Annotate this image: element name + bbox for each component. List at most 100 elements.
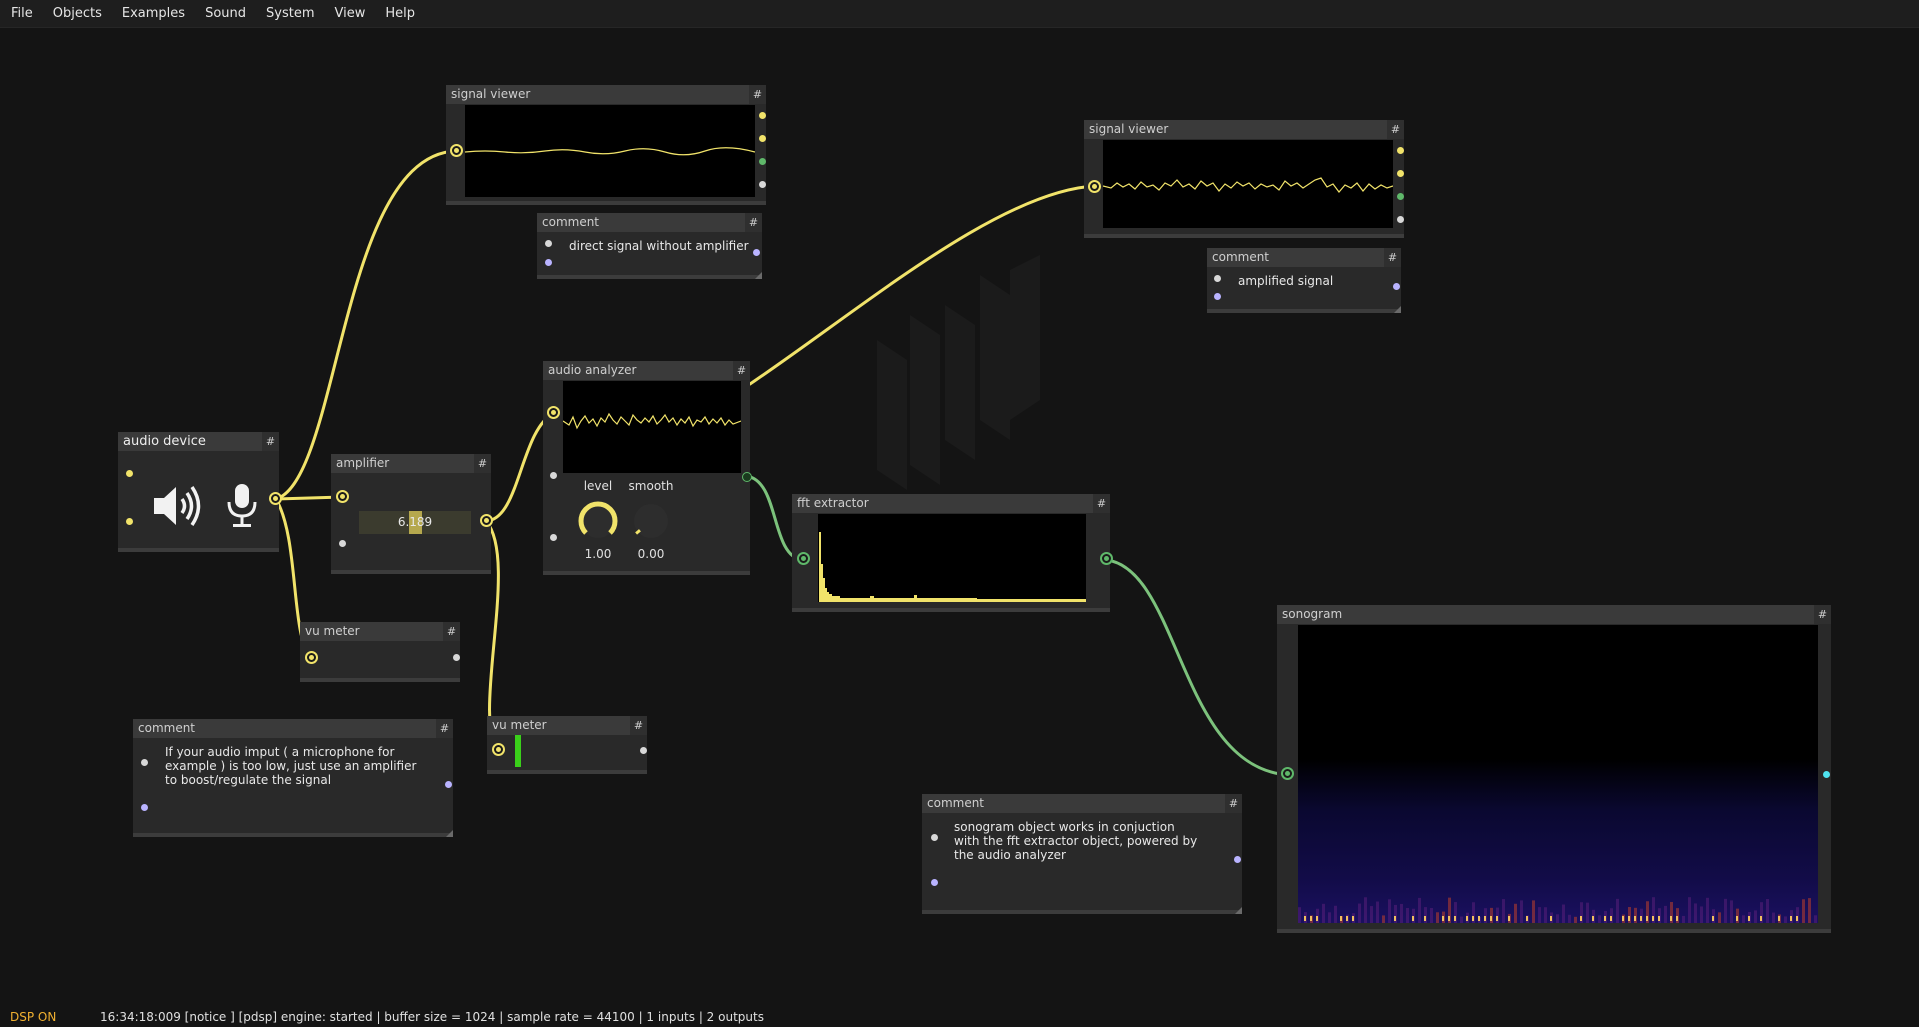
fft-input-pin[interactable] [1281,767,1294,780]
node-menu-button[interactable]: # [745,213,762,232]
comment-node-sonogram[interactable]: comment # sonogram object works in conju… [922,794,1242,914]
node-title: audio analyzer [543,361,750,380]
input-pin[interactable] [545,240,552,247]
node-menu-button[interactable]: # [1387,120,1404,139]
node-menu-button[interactable]: # [1814,605,1831,624]
comment-line: with the fft extractor object, powered b… [954,834,1198,848]
node-menu-button[interactable]: # [262,432,279,451]
input-pin[interactable] [126,518,133,525]
resize-handle[interactable] [1394,306,1401,313]
resize-handle[interactable] [1235,907,1242,914]
comment-text: direct signal without amplifier [569,239,749,253]
gain-value: 6.189 [397,515,433,529]
node-menu-button[interactable]: # [630,716,647,735]
gain-slider[interactable]: 6.189 [359,511,471,534]
output-pin[interactable] [759,181,766,188]
comment-node-boost[interactable]: comment # If your audio imput ( a microp… [133,719,453,837]
node-menu-button[interactable]: # [1225,794,1242,813]
output-pin[interactable] [453,654,460,661]
input-pin[interactable] [550,472,557,479]
wire-fft-to-sonogram [1105,558,1292,777]
output-pin[interactable] [1397,193,1404,200]
microphone-icon [227,484,257,527]
node-title: sonogram [1277,605,1831,624]
input-pin[interactable] [931,834,938,841]
resize-handle[interactable] [755,272,762,279]
node-menu-button[interactable]: # [1384,248,1401,267]
audio-analyzer-node[interactable]: audio analyzer # level 1.00 smooth 0.00 [543,361,752,575]
vu-meter-node-1[interactable]: vu meter # [300,622,460,682]
signal-viewer-node-2[interactable]: signal viewer # [1084,120,1404,238]
fft-output-pin[interactable] [742,472,752,482]
node-menu-button[interactable]: # [1093,494,1110,513]
node-title: fft extractor [792,494,1110,513]
comment-line: sonogram object works in conjuction [954,820,1175,834]
audio-output-pin[interactable] [269,492,282,505]
node-menu-button[interactable]: # [474,454,491,473]
input-pin[interactable] [141,759,148,766]
output-pin[interactable] [1397,147,1404,154]
input-pin[interactable] [1214,293,1221,300]
comment-text: amplified signal [1238,274,1334,288]
input-pin[interactable] [141,804,148,811]
input-pin[interactable] [545,259,552,266]
resize-handle[interactable] [446,830,453,837]
smooth-label: smooth [628,479,674,493]
signal-input-pin[interactable] [492,743,505,756]
output-pin[interactable] [1393,283,1400,290]
output-pin[interactable] [1397,216,1404,223]
output-pin[interactable] [1823,771,1830,778]
analyzer-scope [562,381,742,473]
patch-canvas[interactable]: signal viewer # comment # direct signal … [0,0,1919,1027]
comment-line: the audio analyzer [954,848,1066,862]
audio-device-node[interactable]: audio device # [118,432,282,552]
comment-line: example ) is too low, just use an amplif… [165,759,417,773]
signal-input-pin[interactable] [336,490,349,503]
output-pin[interactable] [759,158,766,165]
node-menu-button[interactable]: # [436,719,453,738]
input-pin[interactable] [550,534,557,541]
comment-node-direct[interactable]: comment # direct signal without amplifie… [537,213,762,279]
input-pin[interactable] [931,879,938,886]
smooth-knob[interactable] [627,497,675,545]
output-pin[interactable] [445,781,452,788]
signal-input-pin[interactable] [305,651,318,664]
output-pin[interactable] [1234,856,1241,863]
node-menu-button[interactable]: # [443,622,460,641]
sonogram-node[interactable]: sonogram # [1277,605,1831,933]
node-menu-button[interactable]: # [749,85,766,104]
signal-scope [1102,140,1394,228]
wire-analyzer-to-viewer2 [748,184,1098,386]
vu-meter-node-2[interactable]: vu meter # [487,716,647,774]
fft-output-pin[interactable] [1100,552,1113,565]
input-pin[interactable] [339,540,346,547]
audio-output-pin[interactable] [480,514,493,527]
dsp-status[interactable]: DSP ON [10,1008,56,1027]
node-title: vu meter [300,622,460,641]
level-knob[interactable] [574,497,622,545]
amplifier-node[interactable]: amplifier # 6.189 [331,454,493,574]
output-pin[interactable] [753,249,760,256]
output-pin[interactable] [1397,170,1404,177]
signal-viewer-node-1[interactable]: signal viewer # [446,85,766,205]
node-menu-button[interactable]: # [733,361,750,380]
signal-input-pin[interactable] [1088,180,1101,193]
output-pin[interactable] [759,112,766,119]
fft-extractor-node[interactable]: fft extractor # [792,494,1113,612]
input-pin[interactable] [1214,275,1221,282]
node-title: comment [133,719,453,738]
fft-spectrum-display [818,514,1086,602]
output-pin[interactable] [759,135,766,142]
output-pin[interactable] [640,747,647,754]
level-value: 1.00 [584,547,612,561]
signal-input-pin[interactable] [450,144,463,157]
node-title: audio device [118,432,279,451]
fft-spectrum [819,532,1086,602]
fft-input-pin[interactable] [797,552,810,565]
signal-input-pin[interactable] [547,406,560,419]
wire-device-to-viewer1 [274,149,458,501]
smooth-value: 0.00 [637,547,665,561]
input-pin[interactable] [126,470,133,477]
comment-node-amplified[interactable]: comment # amplified signal [1207,248,1401,313]
node-title: amplifier [331,454,491,473]
